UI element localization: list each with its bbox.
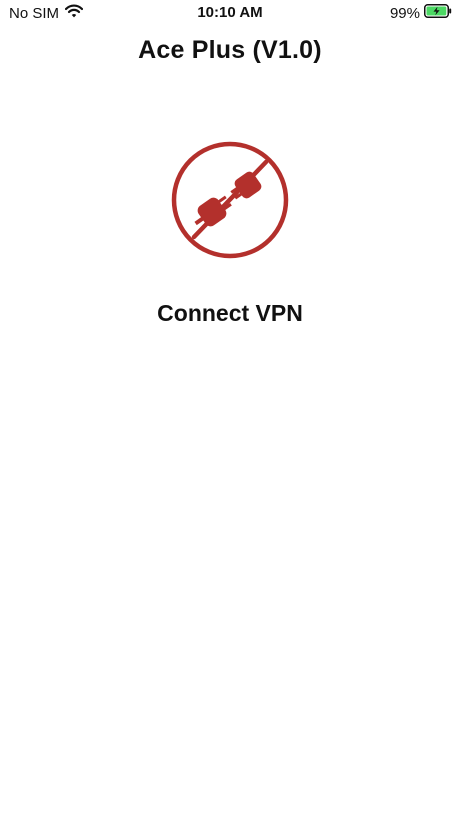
battery-charging-icon [424, 4, 452, 22]
battery-group: 99% [390, 4, 452, 22]
battery-percent: 99% [389, 4, 420, 22]
plug-disconnected-icon [171, 141, 289, 259]
status-bar: No SIM 10:10 AM 99% [0, 0, 460, 26]
vpn-connect-toggle[interactable] [170, 140, 290, 260]
connect-vpn-label[interactable]: Connect VPN [0, 300, 460, 327]
page-title: Ace Plus (V1.0) [138, 36, 322, 64]
